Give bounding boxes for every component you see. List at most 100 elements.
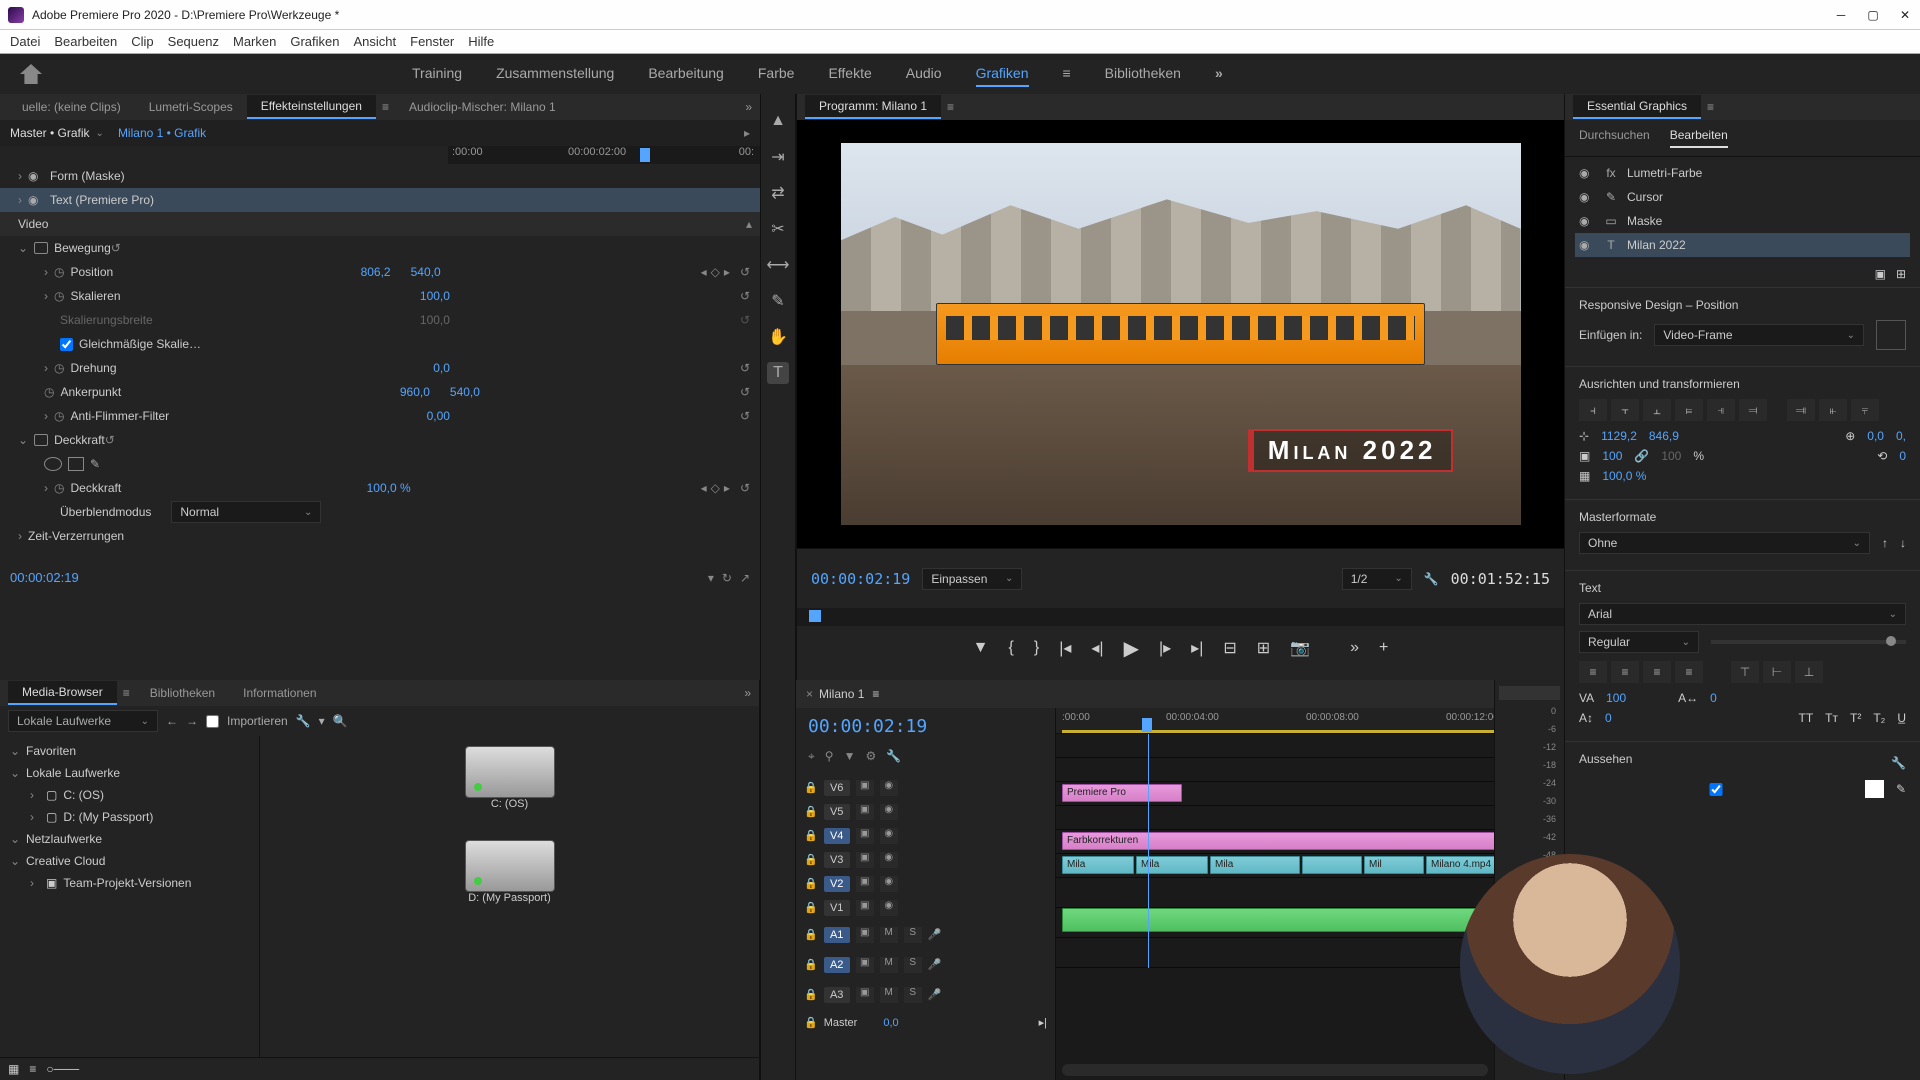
mask-ellipse-icon[interactable] — [44, 457, 62, 471]
layer-maske[interactable]: Maske — [1627, 214, 1662, 228]
tab-lumetri-scopes[interactable]: Lumetri-Scopes — [135, 96, 247, 118]
back-icon[interactable]: ← — [166, 714, 178, 728]
track-a3[interactable]: A3 — [824, 987, 850, 1003]
reset-icon[interactable]: ↺ — [740, 385, 750, 399]
drive-c-icon[interactable] — [465, 746, 555, 798]
layer-milan[interactable]: Milan 2022 — [1627, 238, 1686, 252]
font-weight-select[interactable]: Regular⌄ — [1579, 631, 1699, 653]
collapse-up-icon[interactable]: ▴ — [746, 217, 752, 231]
seq-tab[interactable]: Milano 1 — [819, 687, 864, 701]
program-current-tc[interactable]: 00:00:02:19 — [811, 570, 910, 588]
prev-key-icon[interactable]: ◂ — [701, 481, 707, 495]
lift-icon[interactable]: ⊟ — [1223, 638, 1236, 658]
wrench-icon[interactable]: 🔧 — [1891, 756, 1906, 770]
clip-v1-6[interactable]: Milano 4.mp4 — [1426, 856, 1494, 874]
menu-marken[interactable]: Marken — [233, 34, 276, 49]
forward-icon[interactable]: → — [186, 714, 198, 728]
twirl-icon[interactable]: ⌄ — [10, 744, 20, 758]
program-scrubber[interactable] — [797, 608, 1564, 626]
import-checkbox[interactable] — [206, 715, 219, 728]
sequence-clip-label[interactable]: Milano 1 • Grafik — [118, 126, 206, 140]
mic-icon[interactable]: 🎤 — [928, 928, 942, 941]
align-right-icon[interactable]: ⫠ — [1643, 399, 1671, 421]
twirl-icon[interactable]: › — [44, 481, 48, 495]
wrench-icon[interactable]: 🔧 — [296, 714, 311, 728]
sync-lock-icon[interactable]: ▣ — [856, 804, 874, 820]
drives-select[interactable]: Lokale Laufwerke⌄ — [8, 710, 158, 732]
fx-position[interactable]: Position — [70, 265, 113, 279]
mute-button[interactable]: M — [880, 957, 898, 973]
mute-button[interactable]: M — [880, 927, 898, 943]
new-layer-icon[interactable]: ▣ — [1875, 267, 1886, 281]
eye-icon[interactable]: ◉ — [1579, 166, 1595, 180]
twirl-icon[interactable]: › — [18, 529, 22, 543]
track-v3[interactable]: V3 — [824, 852, 850, 868]
superscript-icon[interactable]: T² — [1850, 711, 1861, 725]
tree-d[interactable]: D: (My Passport) — [63, 810, 153, 824]
eye-icon[interactable]: ◉ — [880, 876, 898, 892]
clip-v1-1[interactable]: Mila — [1062, 856, 1134, 874]
fx-antiflimmer[interactable]: Anti-Flimmer-Filter — [70, 409, 169, 423]
eye-icon[interactable]: ◉ — [880, 852, 898, 868]
lock-icon[interactable]: 🔒 — [804, 901, 818, 914]
twirl-icon[interactable]: › — [44, 289, 48, 303]
search-icon[interactable]: 🔍 — [333, 714, 348, 728]
pin-target-select[interactable]: Video-Frame⌄ — [1654, 324, 1864, 346]
tab-effekteinstellungen[interactable]: Effekteinstellungen — [247, 95, 376, 119]
stopwatch-icon[interactable]: ◷ — [44, 385, 54, 399]
reset-icon[interactable]: ↺ — [111, 241, 121, 255]
track-select-tool[interactable]: ⇥ — [767, 146, 789, 168]
timeline-tc[interactable]: 00:00:02:19 — [796, 708, 1055, 745]
group-icon[interactable]: ⊞ — [1896, 267, 1906, 281]
tab-menu-icon[interactable]: ≡ — [1701, 100, 1720, 114]
distribute-h-icon[interactable]: ⫥ — [1787, 399, 1815, 421]
clip-premiere[interactable]: Premiere Pro — [1062, 784, 1182, 802]
sync-lock-icon[interactable]: ▣ — [856, 828, 874, 844]
fx-drehung-v[interactable]: 0,0 — [433, 361, 450, 375]
chevron-down-icon[interactable]: ⌄ — [96, 128, 104, 139]
marker-icon[interactable]: ▼ — [844, 749, 856, 764]
timeline-zoom-scrollbar[interactable] — [1062, 1064, 1488, 1076]
menu-sequenz[interactable]: Sequenz — [168, 34, 219, 49]
menu-hilfe[interactable]: Hilfe — [468, 34, 494, 49]
twirl-icon[interactable]: › — [44, 361, 48, 375]
eye-icon[interactable]: ◉ — [880, 828, 898, 844]
fx-video-group[interactable]: Video — [18, 217, 48, 231]
solo-button[interactable]: S — [904, 957, 922, 973]
stopwatch-icon[interactable]: ◷ — [54, 289, 64, 303]
close-button[interactable]: ✕ — [1898, 8, 1912, 22]
lock-icon[interactable]: 🔒 — [804, 805, 818, 818]
font-family-select[interactable]: Arial⌄ — [1579, 603, 1906, 625]
zoom-fit-select[interactable]: Einpassen⌄ — [922, 568, 1022, 590]
link-icon[interactable]: ⚲ — [825, 749, 834, 764]
sync-lock-icon[interactable]: ▣ — [856, 900, 874, 916]
reset-icon[interactable]: ↺ — [105, 433, 115, 447]
tree-c[interactable]: C: (OS) — [63, 788, 104, 802]
mask-rect-icon[interactable] — [68, 457, 84, 471]
fx-bewegung[interactable]: Bewegung — [54, 241, 111, 255]
text-align-right-icon[interactable]: ≡ — [1643, 661, 1671, 683]
track-a1[interactable]: A1 — [824, 927, 850, 943]
thumb-view-icon[interactable]: ▦ — [8, 1062, 19, 1076]
push-up-icon[interactable]: ↑ — [1882, 536, 1888, 550]
push-down-icon[interactable]: ↓ — [1900, 536, 1906, 550]
eg-anchor-y[interactable]: 0, — [1896, 429, 1906, 443]
master-clip-label[interactable]: Master • Grafik — [10, 126, 90, 140]
step-back-icon[interactable]: ◂| — [1091, 638, 1103, 658]
hand-tool[interactable]: ✋ — [767, 326, 789, 348]
reset-icon[interactable]: ↺ — [740, 265, 750, 279]
menu-datei[interactable]: Datei — [10, 34, 40, 49]
fx-deckkraft[interactable]: Deckkraft — [70, 481, 121, 495]
timeline-ruler[interactable]: :00:00 00:00:04:00 00:00:08:00 00:00:12:… — [1056, 708, 1494, 734]
eye-icon[interactable]: ◉ — [1579, 238, 1595, 252]
go-to-out-icon[interactable]: ▸| — [1191, 638, 1203, 658]
layer-cursor[interactable]: Cursor — [1627, 190, 1663, 204]
export-frame-icon[interactable]: 📷 — [1290, 638, 1310, 658]
sync-lock-icon[interactable]: ▣ — [856, 876, 874, 892]
tab-bibliotheken[interactable]: Bibliotheken — [136, 682, 229, 704]
clip-audio[interactable] — [1062, 908, 1494, 932]
slip-tool[interactable]: ⟷ — [767, 254, 789, 276]
scrubber-playhead[interactable] — [809, 610, 821, 622]
goto-end-icon[interactable]: ▸| — [1039, 1016, 1047, 1029]
fx-badge-icon[interactable] — [34, 434, 48, 446]
